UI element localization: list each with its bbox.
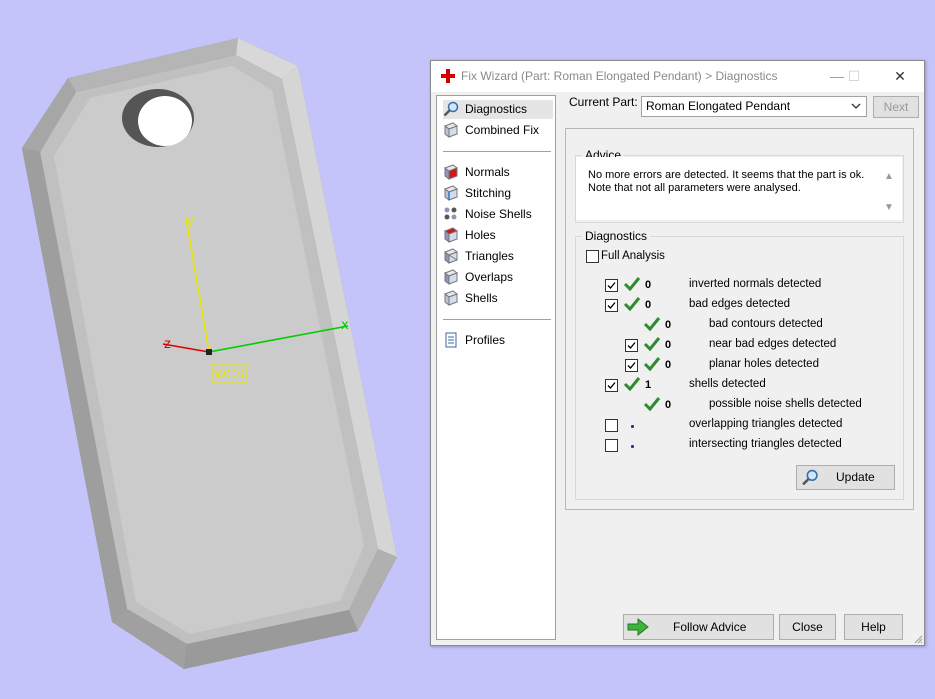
nav-item-normals[interactable]: Normals xyxy=(443,163,553,182)
bad-edges-checkbox[interactable] xyxy=(605,299,618,312)
help-button[interactable]: Help xyxy=(844,614,903,640)
check-icon xyxy=(623,377,641,392)
row-value: 0 xyxy=(665,319,672,331)
nav-label: Combined Fix xyxy=(465,123,540,137)
maximize-button[interactable]: ☐ xyxy=(843,66,865,86)
inverted-normals-checkbox[interactable] xyxy=(605,279,618,292)
nav-divider xyxy=(443,151,551,152)
nav-label: Stitching xyxy=(465,186,512,200)
shells-checkbox[interactable] xyxy=(605,379,618,392)
scroll-up-icon[interactable]: ▲ xyxy=(884,171,894,182)
row-value: 0 xyxy=(665,339,672,351)
check-icon xyxy=(643,357,661,372)
row-value: 0 xyxy=(645,279,652,291)
row-label: planar holes detected xyxy=(709,358,819,370)
row-label: shells detected xyxy=(689,378,766,390)
nav-label: Shells xyxy=(465,291,498,305)
overlaps-icon xyxy=(443,269,459,285)
chevron-down-icon xyxy=(851,103,861,109)
z-axis-label: z xyxy=(164,337,171,352)
near-bad-edges-checkbox[interactable] xyxy=(625,339,638,352)
nav-label: Triangles xyxy=(465,249,514,263)
follow-advice-button[interactable]: Follow Advice xyxy=(623,614,774,640)
row-label: near bad edges detected xyxy=(709,338,837,350)
scroll-down-icon[interactable]: ▼ xyxy=(884,202,894,213)
holes-icon xyxy=(443,227,459,243)
nav-divider xyxy=(443,319,551,320)
next-button[interactable]: Next xyxy=(873,96,919,118)
resize-grip-icon[interactable] xyxy=(913,634,923,644)
row-label: bad edges detected xyxy=(689,298,791,310)
pending-dot-icon xyxy=(631,445,634,448)
check-icon xyxy=(643,397,661,412)
intersecting-triangles-checkbox[interactable] xyxy=(605,439,618,452)
row-label: inverted normals detected xyxy=(689,278,822,290)
diagnostics-panel: Advice No more errors are detected. It s… xyxy=(565,128,914,510)
magnifier-icon xyxy=(443,101,459,117)
row-value: 0 xyxy=(645,299,652,311)
title-bar[interactable]: Fix Wizard (Part: Roman Elongated Pendan… xyxy=(431,61,924,92)
nav-label: Diagnostics xyxy=(465,102,528,116)
advice-text: No more errors are detected. It seems th… xyxy=(588,169,865,194)
normals-cube-icon xyxy=(443,164,459,180)
current-part-select[interactable]: Roman Elongated Pendant xyxy=(641,96,867,117)
row-label: overlapping triangles detected xyxy=(689,418,843,430)
row-label: bad contours detected xyxy=(709,318,823,330)
nav-item-stitching[interactable]: Stitching xyxy=(443,184,553,203)
wcs-label: WCS xyxy=(214,366,245,381)
check-icon xyxy=(643,337,661,352)
window-title: Fix Wizard (Part: Roman Elongated Pendan… xyxy=(461,69,778,83)
close-button[interactable]: Close xyxy=(779,614,836,640)
nav-label: Profiles xyxy=(465,333,506,347)
nav-label: Holes xyxy=(465,228,496,242)
wizard-nav: Diagnostics Combined Fix Normals Stitchi… xyxy=(436,95,556,640)
nav-item-combined-fix[interactable]: Combined Fix xyxy=(443,121,553,140)
update-label: Update xyxy=(836,470,875,484)
pending-dot-icon xyxy=(631,425,634,428)
shells-icon xyxy=(443,290,459,306)
full-analysis-label: Full Analysis xyxy=(601,250,665,262)
full-analysis-checkbox[interactable] xyxy=(586,250,599,263)
update-button[interactable]: Update xyxy=(796,465,895,490)
check-icon xyxy=(623,277,641,292)
row-label: possible noise shells detected xyxy=(709,398,862,410)
planar-holes-checkbox[interactable] xyxy=(625,359,638,372)
nav-label: Noise Shells xyxy=(465,207,532,221)
nav-item-noise-shells[interactable]: Noise Shells xyxy=(443,205,553,224)
nav-item-overlaps[interactable]: Overlaps xyxy=(443,268,553,287)
advice-textbox[interactable]: No more errors are detected. It seems th… xyxy=(576,157,902,220)
overlapping-triangles-checkbox[interactable] xyxy=(605,419,618,432)
magnifier-icon xyxy=(802,469,818,486)
document-icon xyxy=(445,332,457,348)
nav-label: Overlaps xyxy=(465,270,514,284)
nav-item-holes[interactable]: Holes xyxy=(443,226,553,245)
close-window-button[interactable]: ✕ xyxy=(889,66,911,86)
current-part-label: Current Part: xyxy=(569,95,638,109)
nav-item-diagnostics[interactable]: Diagnostics xyxy=(443,100,553,119)
row-value: 0 xyxy=(665,359,672,371)
nav-label: Normals xyxy=(465,165,510,179)
row-value: 1 xyxy=(645,379,652,391)
row-value: 0 xyxy=(665,399,672,411)
follow-advice-label: Follow Advice xyxy=(673,620,747,634)
noise-shells-icon xyxy=(444,207,457,220)
nav-item-profiles[interactable]: Profiles xyxy=(443,331,553,350)
red-cross-icon xyxy=(441,69,455,83)
x-axis-label: x xyxy=(341,318,349,333)
cube-icon xyxy=(443,122,459,138)
nav-item-triangles[interactable]: Triangles xyxy=(443,247,553,266)
nav-item-shells[interactable]: Shells xyxy=(443,289,553,308)
stitching-icon xyxy=(443,185,459,201)
diagnostics-title: Diagnostics xyxy=(582,229,651,243)
check-icon xyxy=(643,317,661,332)
y-axis-label: y xyxy=(186,213,195,229)
current-part-value: Roman Elongated Pendant xyxy=(646,99,791,113)
fix-wizard-dialog: Fix Wizard (Part: Roman Elongated Pendan… xyxy=(430,60,925,646)
arrow-right-icon xyxy=(627,618,649,636)
triangles-icon xyxy=(443,248,459,264)
check-icon xyxy=(623,297,641,312)
row-label: intersecting triangles detected xyxy=(689,438,842,450)
